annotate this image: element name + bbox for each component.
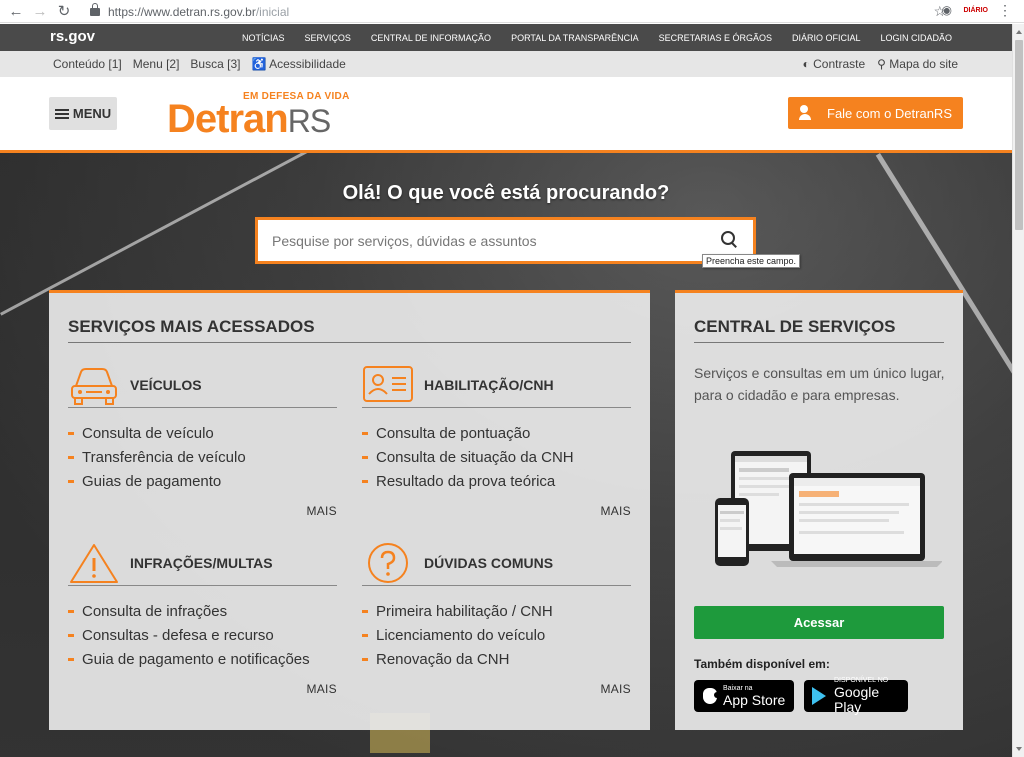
scroll-thumb[interactable] <box>1015 40 1023 230</box>
arrow-right-icon[interactable]: → <box>28 3 52 20</box>
apple-icon <box>703 688 720 704</box>
rsgov-logo[interactable]: rs.gov <box>50 28 95 45</box>
hero-section: Olá! O que você está procurando? Preench… <box>0 153 1012 757</box>
hero-title: Olá! O que você está procurando? <box>342 182 670 204</box>
address-bar[interactable]: https://www.detran.rs.gov.br/inicial ☆ <box>90 2 954 21</box>
validation-tooltip: Preencha este campo. <box>702 254 801 268</box>
logo-main: Detran <box>167 97 289 141</box>
more-link[interactable]: MAIS <box>600 504 631 518</box>
central-card: CENTRAL DE SERVIÇOS Serviços e consultas… <box>675 290 963 730</box>
accessibility-label: Acessibilidade <box>269 57 346 71</box>
google-play-icon <box>812 687 826 705</box>
topnav-noticias[interactable]: NOTÍCIAS <box>242 33 285 43</box>
sitemap-icon: ⚲ <box>877 57 886 71</box>
service-group-name: DÚVIDAS COMUNS <box>424 555 554 571</box>
accessibility-icon: ♿ <box>251 57 267 71</box>
service-link[interactable]: Consulta de infrações <box>68 599 337 623</box>
more-link[interactable]: MAIS <box>600 682 631 696</box>
page-scrollbar[interactable] <box>1012 24 1024 757</box>
service-group-habilitacao: HABILITAÇÃO/CNH Consulta de pontuação Co… <box>362 363 631 518</box>
menu-button[interactable]: MENU <box>49 97 117 130</box>
app-store-big: App Store <box>723 691 786 708</box>
topnav-secretarias[interactable]: SECRETARIAS E ÓRGÃOS <box>659 33 772 43</box>
question-icon <box>368 543 408 583</box>
speaking-person-icon <box>799 105 817 121</box>
menu-label: MENU <box>72 106 112 121</box>
hamburger-icon <box>54 108 69 119</box>
services-title: SERVIÇOS MAIS ACESSADOS <box>68 317 631 343</box>
logo-suffix: RS <box>287 103 331 139</box>
url-host: https://www.detran.rs.gov.br <box>108 4 256 19</box>
google-play-badge[interactable]: DISPONÍVEL NO Google Play <box>804 677 908 715</box>
detran-logo[interactable]: EM DEFESA DA VIDA DetranRS <box>167 91 357 142</box>
topnav-login-cidadao[interactable]: LOGIN CIDADÃO <box>880 33 952 43</box>
service-link[interactable]: Renovação da CNH <box>362 647 631 671</box>
lock-icon <box>90 2 100 16</box>
central-title: CENTRAL DE SERVIÇOS <box>694 317 944 343</box>
accessibility-bar: Conteúdo [1] Menu [2] Busca [3] ♿ Acessi… <box>0 51 1012 77</box>
topnav-diario-oficial[interactable]: DIÁRIO OFICIAL <box>792 33 861 43</box>
service-link[interactable]: Consulta de situação da CNH <box>362 445 631 469</box>
topnav-servicos[interactable]: SERVIÇOS <box>305 33 351 43</box>
id-card-icon <box>363 366 413 402</box>
browser-toolbar: ← → ↻ https://www.detran.rs.gov.br/inici… <box>0 0 1024 23</box>
contrast-label: Contraste <box>813 57 866 71</box>
more-link[interactable]: MAIS <box>306 504 337 518</box>
scroll-up-icon[interactable] <box>1016 30 1022 34</box>
service-link[interactable]: Guia de pagamento e notificações <box>68 647 337 671</box>
app-store-badge[interactable]: Baixar na App Store <box>694 680 794 712</box>
contrast-link[interactable]: ◐ Contraste <box>803 57 866 71</box>
site-header: MENU EM DEFESA DA VIDA DetranRS Fale com… <box>0 77 1012 150</box>
gov-topbar: rs.gov NOTÍCIAS SERVIÇOS CENTRAL DE INFO… <box>0 24 1012 51</box>
search-box <box>255 217 756 264</box>
service-group-name: INFRAÇÕES/MULTAS <box>130 555 273 571</box>
central-description: Serviços e consultas em um único lugar, … <box>694 365 945 403</box>
service-group-duvidas: DÚVIDAS COMUNS Primeira habilitação / CN… <box>362 541 631 696</box>
access-button[interactable]: Acessar <box>694 606 944 639</box>
service-group-veiculos: VEÍCULOS Consulta de veículo Transferênc… <box>68 363 337 518</box>
google-play-big: Google Play <box>834 684 880 715</box>
app-store-text: Baixar na App Store <box>723 685 785 708</box>
skip-menu-link[interactable]: Menu [2] <box>133 57 180 71</box>
service-link[interactable]: Consulta de pontuação <box>362 421 631 445</box>
scroll-down-icon[interactable] <box>1016 747 1022 751</box>
contact-button[interactable]: Fale com o DetranRS <box>788 97 963 129</box>
accessibility-link[interactable]: ♿ Acessibilidade <box>251 57 345 71</box>
contact-label: Fale com o DetranRS <box>827 105 952 121</box>
sitemap-link[interactable]: ⚲ Mapa do site <box>877 57 958 71</box>
devices-illustration <box>715 451 942 567</box>
logo-wordmark: DetranRS <box>167 97 331 142</box>
car-icon <box>71 368 117 405</box>
service-link[interactable]: Guias de pagamento <box>68 469 337 493</box>
sitemap-label: Mapa do site <box>889 57 958 71</box>
more-vert-icon[interactable]: ⋮ <box>998 2 1012 19</box>
top-nav: NOTÍCIAS SERVIÇOS CENTRAL DE INFORMAÇÃO … <box>242 24 952 51</box>
camera-icon[interactable]: ◉ <box>942 3 952 17</box>
service-group-infracoes: INFRAÇÕES/MULTAS Consulta de infrações C… <box>68 541 337 696</box>
search-input[interactable] <box>258 220 698 261</box>
extension-icon[interactable]: DIÁRIO <box>964 7 989 14</box>
skip-content-link[interactable]: Conteúdo [1] <box>53 57 122 71</box>
service-link[interactable]: Licenciamento do veículo <box>362 623 631 647</box>
skip-search-link[interactable]: Busca [3] <box>190 57 240 71</box>
arrow-left-icon[interactable]: ← <box>4 3 28 20</box>
url-path: /inicial <box>255 4 290 19</box>
service-link[interactable]: Primeira habilitação / CNH <box>362 599 631 623</box>
topnav-central-informacao[interactable]: CENTRAL DE INFORMAÇÃO <box>371 33 491 43</box>
contrast-icon: ◐ <box>802 57 810 71</box>
more-link[interactable]: MAIS <box>306 682 337 696</box>
warning-icon <box>70 544 118 583</box>
service-group-name: VEÍCULOS <box>130 377 202 393</box>
service-link[interactable]: Transferência de veículo <box>68 445 337 469</box>
service-link[interactable]: Resultado da prova teórica <box>362 469 631 493</box>
services-card: SERVIÇOS MAIS ACESSADOS VEÍCULOS Consult… <box>49 290 650 730</box>
search-icon[interactable] <box>721 231 739 249</box>
topnav-portal-transparencia[interactable]: PORTAL DA TRANSPARÊNCIA <box>511 33 639 43</box>
reload-icon[interactable]: ↻ <box>52 2 76 20</box>
service-link[interactable]: Consulta de veículo <box>68 421 337 445</box>
service-link[interactable]: Consultas - defesa e recurso <box>68 623 337 647</box>
also-available-label: Também disponível em: <box>694 657 830 671</box>
service-group-name: HABILITAÇÃO/CNH <box>424 377 554 393</box>
google-play-text: DISPONÍVEL NO Google Play <box>834 677 908 715</box>
